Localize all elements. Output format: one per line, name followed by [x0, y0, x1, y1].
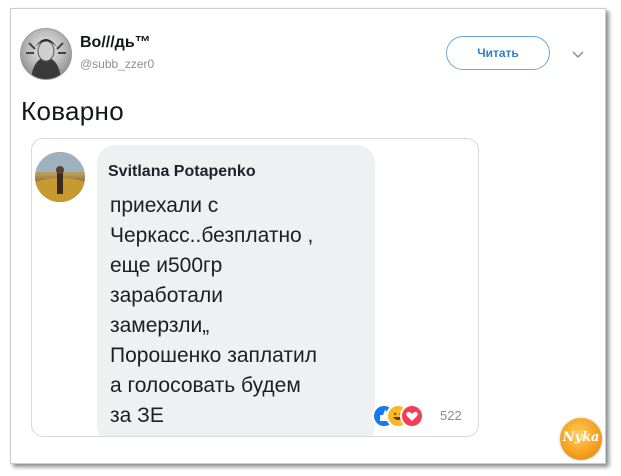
- comment-line: замерзли„: [110, 314, 210, 337]
- comment-line: еще и500гр: [110, 254, 223, 277]
- post-author-avatar: [35, 152, 85, 202]
- comment-line: а голосовать будем: [110, 374, 301, 397]
- reactions-bar: 522: [372, 404, 468, 428]
- comment-line: за ЗЕ: [110, 404, 164, 427]
- author-avatar[interactable]: [20, 28, 72, 80]
- comment-line: приехали с: [110, 194, 219, 217]
- post-author-name: Svitlana Potapenko: [108, 163, 256, 180]
- reaction-count: 522: [440, 408, 462, 423]
- comment-line: Черкасс..безплатно ,: [110, 224, 314, 247]
- love-icon: [400, 404, 424, 428]
- comment-line: заработали: [110, 284, 223, 307]
- chevron-down-icon[interactable]: [571, 50, 585, 60]
- follow-button[interactable]: Читать: [446, 36, 550, 70]
- tweet-media[interactable]: Svitlana Potapenko приехали с Черкасс..б…: [31, 138, 479, 437]
- author-handle[interactable]: @subb_zzer0: [80, 57, 154, 71]
- tweet-text: Коварно: [21, 96, 124, 126]
- comment-line: Порошенко заплатил: [110, 344, 317, 367]
- author-name[interactable]: Во///дь™: [80, 34, 151, 52]
- watermark-logo: Nyka: [560, 418, 602, 460]
